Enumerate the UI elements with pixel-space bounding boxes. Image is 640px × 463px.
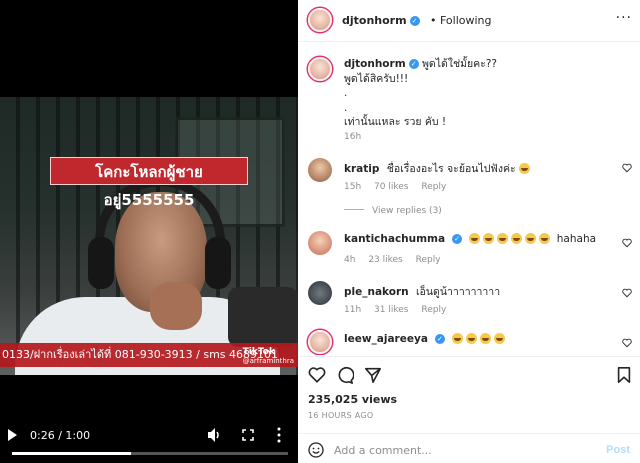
following-label[interactable]: Following (440, 14, 492, 27)
more-options-icon[interactable]: ··· (616, 10, 632, 26)
share-icon[interactable] (364, 366, 382, 384)
comment-avatar[interactable] (308, 281, 332, 305)
tiktok-handle: @arframinthra (242, 357, 294, 365)
post-timestamp[interactable]: 16 HOURS AGO (308, 411, 374, 420)
person-hand (150, 282, 202, 330)
comment-text: ple_nakorn เอ็นดูน้าาาาาาาาา (344, 283, 500, 300)
caption-avatar[interactable] (308, 57, 332, 81)
video-caption: โคกะโหลกผู้ชายอยู่5555555 (50, 157, 248, 209)
heart-icon[interactable] (308, 366, 326, 384)
caption-line-5: เท่านั้นแหละ รวย คับ ! (344, 116, 447, 128)
reply-button[interactable]: Reply (416, 255, 441, 265)
verified-icon: ✓ (409, 16, 420, 26)
view-replies-label[interactable]: View replies (3) (372, 206, 442, 216)
comment-text: kantichachumma ✓ hahaha (344, 233, 596, 245)
post-sidebar: djtonhorm ✓ • Following ··· djtonhorm ✓ พู… (298, 0, 640, 463)
following-button[interactable]: • Following (430, 14, 492, 27)
comment-text: kratip ชื่อเรื่องอะไร จะย้อนไปฟังค่ะ (344, 160, 533, 177)
volume-icon[interactable] (207, 427, 221, 443)
post-actions: 235,025 views 16 HOURS AGO (298, 356, 640, 428)
comment-avatar[interactable] (308, 231, 332, 255)
laughing-emoji-icon (497, 233, 509, 244)
play-icon[interactable] (8, 429, 17, 441)
tiktok-label: TikTok (242, 347, 275, 357)
video-progress-fill (12, 452, 131, 455)
comment-suffix: hahaha (556, 233, 597, 245)
video-frame: โคกะโหลกผู้ชายอยู่5555555 0133/ฝากเรื่อง… (0, 97, 298, 375)
laughing-emoji-icon (518, 163, 530, 174)
laughing-emoji-icon (494, 333, 506, 344)
header-username[interactable]: djtonhorm ✓ (342, 14, 420, 27)
caption-line-3: . (344, 87, 348, 99)
headphone-right (205, 237, 231, 289)
comment-meta: 4h 23 likes Reply (344, 255, 451, 265)
post-caption: djtonhorm ✓ พูดได้ใช่มั้ยคะ?? พูดได้สิครั… (344, 57, 624, 130)
fullscreen-icon[interactable] (242, 429, 254, 441)
post-header: djtonhorm ✓ • Following ··· (298, 0, 640, 42)
laughing-emoji-icon (539, 233, 551, 244)
video-time: 0:26 / 1:00 (30, 429, 91, 442)
laughing-emoji-icon (480, 333, 492, 344)
comment-username[interactable]: kratip (344, 163, 379, 175)
tiktok-watermark: TikTok @arframinthra (243, 347, 294, 365)
bookmark-icon[interactable] (616, 366, 632, 384)
header-username-text[interactable]: djtonhorm (342, 14, 407, 27)
heart-icon[interactable] (622, 163, 632, 173)
comment-icon[interactable] (336, 366, 354, 384)
laughing-emoji-icon (469, 233, 481, 244)
comment-likes[interactable]: 23 likes (368, 255, 402, 265)
heart-icon[interactable] (622, 288, 632, 298)
verified-icon: ✓ (434, 334, 445, 344)
comment-time: 11h (344, 305, 362, 315)
more-options-icon[interactable] (276, 427, 282, 443)
caption-meta: 16h (344, 132, 371, 142)
view-replies-button[interactable]: View replies (3) (344, 206, 442, 216)
emoji-icon[interactable] (308, 442, 324, 458)
comment-likes[interactable]: 70 likes (374, 182, 408, 192)
reply-button[interactable]: Reply (421, 182, 446, 192)
add-comment-input[interactable] (334, 440, 584, 460)
verified-icon: ✓ (408, 59, 419, 69)
view-replies-line (344, 209, 364, 210)
laughing-emoji-icon (452, 333, 464, 344)
laughing-emoji-icon (466, 333, 478, 344)
comment-username[interactable]: ple_nakorn (344, 286, 409, 298)
caption-line-1: พูดได้ใช่มั้ยคะ?? (421, 58, 497, 70)
microphone (228, 287, 298, 347)
caption-line-4: . (344, 101, 348, 114)
comment-username[interactable]: kantichachumma (344, 233, 445, 245)
laughing-emoji-icon (483, 233, 495, 244)
comment-time: 15h (344, 182, 362, 192)
view-count[interactable]: 235,025 views (308, 393, 397, 406)
video-player[interactable]: โคกะโหลกผู้ชายอยู่5555555 0133/ฝากเรื่อง… (0, 0, 298, 463)
video-controls: 0:26 / 1:00 (0, 424, 298, 448)
comment-body: ชื่อเรื่องอะไร จะย้อนไปฟังค่ะ (386, 163, 516, 175)
heart-icon[interactable] (622, 238, 632, 248)
comment-avatar[interactable] (308, 330, 332, 354)
header-separator: • (430, 14, 437, 27)
heart-icon[interactable] (622, 338, 632, 348)
comment-body: เอ็นดูน้าาาาาาาาา (415, 286, 501, 298)
comments-section[interactable]: djtonhorm ✓ พูดได้ใช่มั้ยคะ?? พูดได้สิครั… (298, 43, 640, 355)
caption-line-2: พูดได้สิครับ!!! (344, 72, 409, 85)
headphone-left (88, 237, 114, 289)
video-progress-bar[interactable] (12, 452, 288, 455)
comment-likes[interactable]: 31 likes (374, 305, 408, 315)
laughing-emoji-icon (511, 233, 523, 244)
comment-avatar[interactable] (308, 158, 332, 182)
comment-username[interactable]: leew_ajareeya (344, 333, 428, 345)
verified-icon: ✓ (452, 234, 463, 244)
comment-meta: 11h 31 likes Reply (344, 305, 456, 315)
caption-username[interactable]: djtonhorm (344, 58, 406, 70)
comment-text: leew_ajareeya ✓ (344, 333, 508, 345)
caption-time: 16h (344, 132, 362, 142)
reply-button[interactable]: Reply (421, 305, 446, 315)
avatar[interactable] (308, 8, 332, 32)
add-comment-bar: Post (298, 433, 640, 463)
post-comment-button[interactable]: Post (606, 444, 630, 456)
comment-meta: 15h 70 likes Reply (344, 182, 456, 192)
laughing-emoji-icon (525, 233, 537, 244)
comment-time: 4h (344, 255, 356, 265)
